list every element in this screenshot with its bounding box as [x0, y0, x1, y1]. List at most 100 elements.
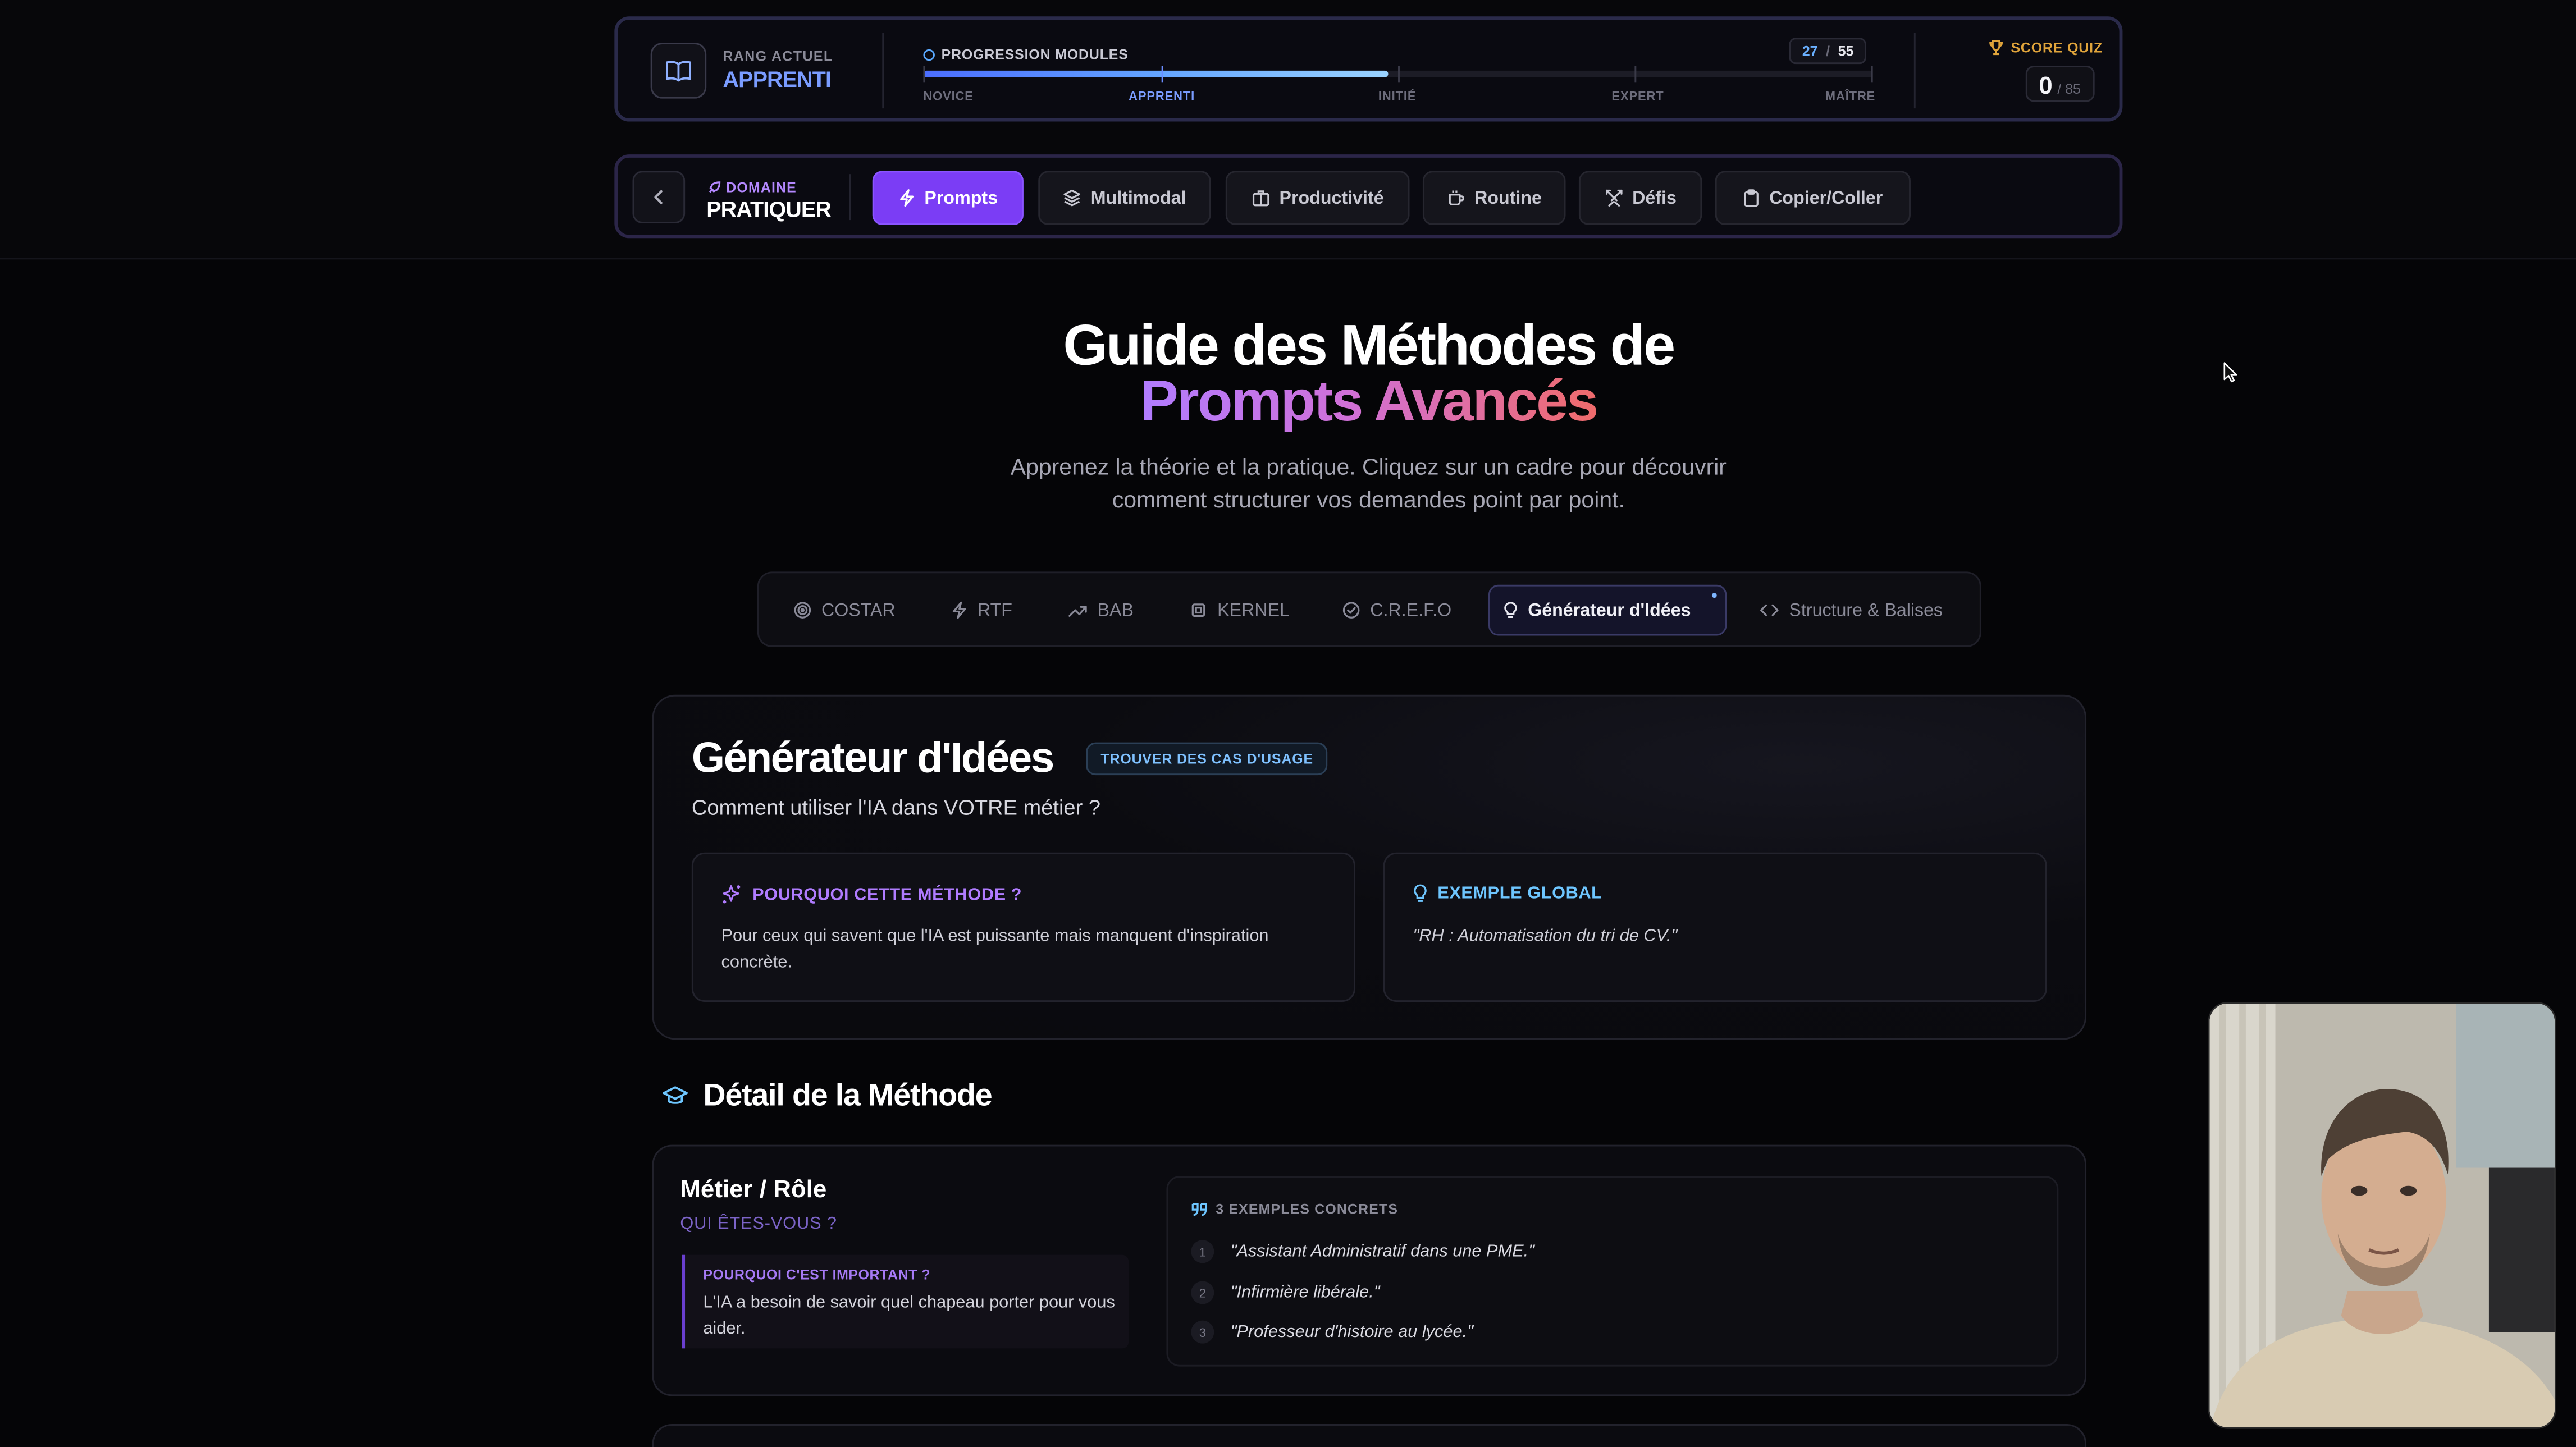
clipboard-icon — [1744, 189, 1759, 207]
page-title-line2: Prompts Avancés — [0, 369, 2576, 435]
global-example-heading: EXEMPLE GLOBAL — [1413, 883, 1602, 903]
divider — [882, 33, 884, 109]
method-tab-rtf[interactable]: RTF — [938, 585, 1026, 636]
page-title-gradient-text: Prompts Avancés — [1140, 369, 1599, 434]
trend-up-icon — [1068, 605, 1087, 616]
example-number: 1 — [1191, 1240, 1214, 1263]
webcam-overlay — [2208, 1001, 2556, 1429]
score-label: SCORE QUIZ — [1988, 39, 2103, 56]
method-tab-label: Générateur d'Idées — [1528, 600, 1691, 620]
concrete-examples-heading: 3 EXEMPLES CONCRETS — [1191, 1201, 1398, 1217]
lightbulb-icon — [1504, 602, 1517, 618]
score-value: 0 — [2039, 72, 2053, 100]
progress-dot-icon — [923, 48, 935, 60]
method-subtitle: Comment utiliser l'IA dans VOTRE métier … — [691, 795, 1100, 820]
presenter-video-image — [2209, 1003, 2555, 1427]
domain-tab-copier-coller[interactable]: Copier/Coller — [1715, 171, 1911, 225]
domain-value: PRATIQUER — [706, 197, 832, 222]
sparkles-icon — [723, 885, 741, 904]
active-indicator-dot — [1711, 593, 1717, 598]
domain-tab-productivite[interactable]: Productivité — [1225, 171, 1410, 225]
global-example-box: EXEMPLE GLOBAL "RH : Automatisation du t… — [1383, 852, 2047, 1002]
method-title: Générateur d'Idées — [691, 732, 1054, 782]
tier-initie: INITIÉ — [1378, 89, 1417, 104]
rocket-icon — [709, 180, 721, 193]
tier-novice: NOVICE — [923, 89, 974, 104]
progress-label-text: PROGRESSION MODULES — [941, 45, 1129, 63]
method-tab-label: C.R.E.F.O — [1370, 600, 1452, 620]
coffee-icon — [1448, 190, 1464, 205]
role-why-text: L'IA a besoin de savoir quel chapeau por… — [703, 1292, 1115, 1339]
progress-counter: 27 / 55 — [1789, 38, 1867, 65]
concrete-examples-heading-text: 3 EXEMPLES CONCRETS — [1216, 1201, 1399, 1217]
role-question: QUI ÊTES-VOUS ? — [680, 1214, 837, 1234]
domain-tab-routine[interactable]: Routine — [1422, 171, 1566, 225]
method-tab-crefo[interactable]: C.R.E.F.O — [1329, 585, 1464, 636]
progress-current: 27 — [1802, 43, 1818, 59]
progress-label: PROGRESSION MODULES — [923, 46, 1128, 62]
progress-tick — [923, 66, 925, 83]
graduation-cap-icon — [662, 1084, 688, 1115]
trophy-icon — [1989, 40, 2003, 56]
domain-tab-defis[interactable]: Défis — [1578, 171, 1702, 225]
rank-progress-bar: RANG ACTUEL APPRENTI PROGRESSION MODULES… — [614, 16, 2123, 122]
domain-tab-multimodal[interactable]: Multimodal — [1038, 171, 1211, 225]
method-tab-kernel[interactable]: KERNEL — [1176, 585, 1303, 636]
rank-label: RANG ACTUEL — [723, 47, 833, 65]
tier-maitre: MAÎTRE — [1825, 89, 1876, 104]
example-row: 1 "Assistant Administratif dans une PME.… — [1191, 1238, 1534, 1265]
detail-section-title: Détail de la Méthode — [703, 1079, 992, 1114]
why-method-box: POURQUOI CETTE MÉTHODE ? Pour ceux qui s… — [691, 852, 1355, 1002]
swords-icon — [1605, 189, 1622, 207]
domain-tab-label: Défis — [1632, 188, 1677, 208]
method-tab-bab[interactable]: BAB — [1055, 585, 1147, 636]
example-text: "Infirmière libérale." — [1230, 1283, 1380, 1303]
progress-track — [923, 66, 1873, 83]
domain-tab-label: Prompts — [924, 188, 998, 208]
role-why-heading: POURQUOI C'EST IMPORTANT ? — [703, 1266, 931, 1283]
domain-tab-label: Multimodal — [1090, 188, 1186, 208]
concrete-examples-box: 3 EXEMPLES CONCRETS 1 "Assistant Adminis… — [1166, 1176, 2059, 1367]
domain-bar: DOMAINE PRATIQUER Prompts Multimodal Pro… — [614, 154, 2123, 239]
method-card: Générateur d'Idées TROUVER DES CAS D'USA… — [652, 694, 2087, 1040]
example-text: "Professeur d'histoire au lycée." — [1230, 1322, 1473, 1342]
tier-expert: EXPERT — [1611, 89, 1664, 104]
score-box: 0 / 85 — [2025, 66, 2094, 102]
domain-tab-label: Routine — [1474, 188, 1542, 208]
method-tab-generateur-idees[interactable]: Générateur d'Idées — [1488, 584, 1727, 636]
method-tab-costar[interactable]: COSTAR — [780, 585, 908, 636]
example-row: 2 "Infirmière libérale." — [1191, 1280, 1380, 1306]
domain-label-text: DOMAINE — [726, 178, 797, 196]
progress-fill — [923, 70, 1389, 77]
target-icon — [794, 602, 811, 619]
example-text: "Assistant Administratif dans une PME." — [1230, 1242, 1535, 1262]
role-card: Métier / Rôle QUI ÊTES-VOUS ? POURQUOI C… — [652, 1144, 2087, 1396]
book-icon — [650, 43, 707, 99]
method-tab-label: COSTAR — [821, 600, 896, 620]
page-subtitle-line2: comment structurer vos demandes point pa… — [1112, 486, 1625, 512]
domain-label: DOMAINE — [706, 179, 797, 195]
bolt-icon — [899, 189, 914, 207]
page-subtitle-line1: Apprenez la théorie et la pratique. Cliq… — [1010, 453, 1727, 480]
layers-icon — [1063, 189, 1080, 207]
method-tab-structure-balises[interactable]: Structure & Balises — [1746, 585, 1956, 636]
domain-tab-label: Productivité — [1279, 188, 1384, 208]
divider — [1913, 33, 1916, 109]
example-number: 2 — [1191, 1281, 1214, 1304]
method-tab-label: RTF — [977, 600, 1012, 620]
check-circle-icon — [1342, 602, 1360, 619]
quote-icon — [1191, 1202, 1207, 1216]
progress-tick — [1871, 66, 1873, 83]
cpu-icon — [1191, 603, 1205, 617]
method-tabs: COSTAR RTF BAB KERNEL C.R.E.F.O Générate… — [757, 571, 1981, 647]
why-method-heading: POURQUOI CETTE MÉTHODE ? — [721, 883, 1022, 905]
briefcase-icon — [1252, 190, 1269, 207]
role-title: Métier / Rôle — [680, 1176, 827, 1204]
back-button[interactable] — [632, 171, 686, 223]
domain-tab-prompts[interactable]: Prompts — [872, 171, 1024, 225]
progress-tick — [1398, 66, 1400, 83]
tier-apprenti: APPRENTI — [1129, 89, 1195, 104]
method-tab-label: BAB — [1097, 600, 1134, 620]
method-tab-label: Structure & Balises — [1789, 600, 1943, 620]
example-row: 3 "Professeur d'histoire au lycée." — [1191, 1319, 1473, 1345]
